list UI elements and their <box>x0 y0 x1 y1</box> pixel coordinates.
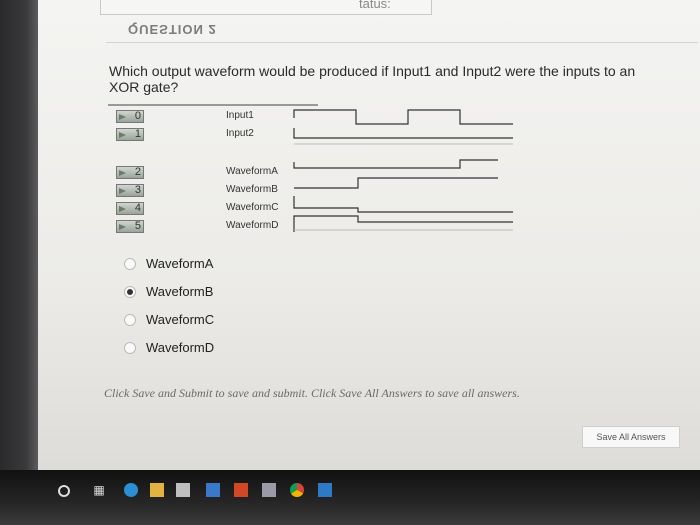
file-explorer-icon[interactable] <box>150 483 164 497</box>
divider <box>106 42 698 43</box>
photos-icon[interactable] <box>318 483 332 497</box>
radio-waveform-b[interactable] <box>124 286 136 298</box>
question-header: QUESTION 2 <box>128 22 217 37</box>
save-all-answers-button[interactable]: Save All Answers <box>582 426 680 448</box>
app-icon[interactable] <box>262 483 276 497</box>
waveform-a-trace <box>293 159 498 169</box>
store-icon[interactable] <box>176 483 190 497</box>
browser-content: tatus: QUESTION 2 Which output waveform … <box>38 0 700 470</box>
radio-waveform-a[interactable] <box>124 258 136 270</box>
waveform-traces <box>293 109 513 232</box>
question-text: Which output waveform would be produced … <box>109 63 636 95</box>
answer-label[interactable]: WaveformA <box>146 256 213 271</box>
input2-trace <box>293 128 513 139</box>
office-icon[interactable] <box>234 483 248 497</box>
waveform-figure: 0 Input1 1 Input2 2 WaveformA 3 Waveform… <box>108 104 516 240</box>
taskbar: ▦ <box>0 470 700 525</box>
waveform-c-trace <box>293 196 513 213</box>
task-view-icon[interactable]: ▦ <box>92 483 106 497</box>
monitor-bezel <box>0 0 38 470</box>
edge-icon[interactable] <box>124 483 138 497</box>
chrome-icon[interactable] <box>290 483 304 497</box>
answer-label[interactable]: WaveformD <box>146 340 214 355</box>
mail-icon[interactable] <box>206 483 220 497</box>
start-icon[interactable] <box>58 485 70 497</box>
radio-waveform-c[interactable] <box>124 314 136 326</box>
answer-label[interactable]: WaveformC <box>146 312 214 327</box>
input1-trace <box>293 109 513 125</box>
status-box: tatus: <box>100 0 432 15</box>
radio-waveform-d[interactable] <box>124 342 136 354</box>
status-label: tatus: <box>359 0 391 11</box>
save-instructions: Click Save and Submit to save and submit… <box>104 386 520 400</box>
answer-label[interactable]: WaveformB <box>146 284 213 299</box>
waveform-b-trace <box>294 177 498 189</box>
